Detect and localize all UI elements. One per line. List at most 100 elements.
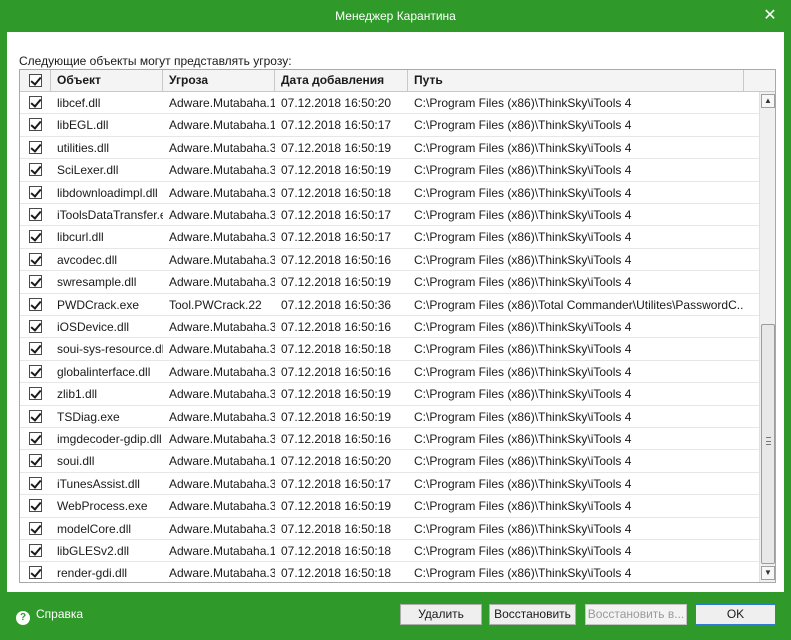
scrollbar-thumb[interactable]	[761, 324, 775, 564]
table-row[interactable]: iTunesAssist.dll Adware.Mutabaha.35 07.12.…	[20, 473, 760, 496]
row-checkbox[interactable]	[29, 544, 42, 557]
header-select-all-cell[interactable]	[20, 70, 51, 92]
cell-path: C:\Program Files (x86)\ThinkSky\iTools 4	[414, 521, 632, 536]
cell-path: C:\Program Files (x86)\ThinkSky\iTools 4	[414, 454, 632, 469]
row-checkbox[interactable]	[29, 409, 42, 423]
cell-threat: Adware.Mutabaha.35	[169, 208, 275, 222]
table-row[interactable]: libcurl.dll Adware.Mutabaha.35 07.12.2018 …	[20, 226, 760, 249]
row-checkbox[interactable]	[29, 230, 42, 244]
column-header-threat[interactable]: Угроза	[163, 70, 275, 92]
row-checkbox[interactable]	[29, 163, 42, 177]
cell-path: C:\Program Files (x86)\ThinkSky\iTools 4	[414, 476, 632, 491]
cell-date: 07.12.2018 16:50:17	[281, 118, 392, 133]
row-checkbox[interactable]	[29, 476, 42, 490]
scroll-up-arrow-icon[interactable]: ▲	[761, 94, 775, 108]
table-row[interactable]: libGLESv2.dll Adware.Mutabaha.18 07.12.201…	[20, 540, 760, 563]
row-checkbox[interactable]	[29, 140, 42, 154]
cell-date: 07.12.2018 16:50:18	[281, 521, 392, 536]
table-row[interactable]: modelCore.dll Adware.Mutabaha.35 07.12.201…	[20, 518, 760, 540]
table-row[interactable]: avcodec.dll Adware.Mutabaha.35 07.12.2018 …	[20, 249, 760, 272]
table-header: Объект Угроза Дата добавления Путь	[20, 70, 775, 92]
row-checkbox[interactable]	[29, 342, 42, 356]
row-checkbox[interactable]	[29, 566, 42, 580]
cell-threat: Adware.Mutabaha.35	[169, 342, 275, 357]
cell-object: libcef.dll	[57, 96, 101, 110]
restore-button[interactable]: Восстановить	[489, 604, 576, 625]
row-checkbox[interactable]	[29, 364, 42, 378]
cell-date: 07.12.2018 16:50:18	[281, 185, 392, 200]
table-row[interactable]: soui.dll Adware.Mutabaha.18 07.12.2018 16:…	[20, 450, 760, 473]
cell-threat: Adware.Mutabaha.35	[169, 140, 275, 155]
table-row[interactable]: render-gdi.dll Adware.Mutabaha.35 07.12.20…	[20, 562, 760, 582]
table-row[interactable]: globalinterface.dll Adware.Mutabaha.35 07.…	[20, 361, 760, 384]
row-checkbox[interactable]	[29, 432, 42, 445]
cell-threat: Adware.Mutabaha.18	[169, 544, 275, 558]
cell-object: WebProcess.exe	[57, 499, 148, 514]
cell-object: soui-sys-resource.dll	[57, 342, 163, 357]
cell-threat: Adware.Mutabaha.35	[169, 252, 275, 267]
cell-path: C:\Program Files (x86)\ThinkSky\iTools 4	[414, 342, 632, 357]
table-row[interactable]: libdownloadimpl.dll Adware.Mutabaha.35 07.…	[20, 182, 760, 204]
table-row[interactable]: WebProcess.exe Adware.Mutabaha.35 07.12.20…	[20, 495, 760, 518]
close-icon[interactable]: ✕	[759, 5, 781, 27]
column-header-object[interactable]: Объект	[51, 70, 163, 92]
row-checkbox[interactable]	[29, 297, 42, 311]
cell-threat: Adware.Mutabaha.35	[169, 499, 275, 514]
row-checkbox[interactable]	[29, 96, 42, 109]
cell-object: imgdecoder-gdip.dll	[57, 432, 162, 446]
restore-to-button[interactable]: Восстановить в...	[585, 604, 687, 625]
cell-threat: Adware.Mutabaha.35	[169, 364, 275, 379]
list-caption: Следующие объекты могут представлять угр…	[19, 54, 292, 68]
scroll-down-arrow-icon[interactable]: ▼	[761, 566, 775, 580]
row-checkbox[interactable]	[29, 521, 42, 535]
table-row[interactable]: utilities.dll Adware.Mutabaha.35 07.12.201…	[20, 137, 760, 160]
table-row[interactable]: PWDCrack.exe Tool.PWCrack.22 07.12.2018 16…	[20, 294, 760, 316]
cell-threat: Adware.Mutabaha.18	[169, 118, 275, 133]
cell-date: 07.12.2018 16:50:16	[281, 432, 392, 446]
cell-object: iOSDevice.dll	[57, 320, 130, 334]
vertical-scrollbar[interactable]: ▲ ▼	[759, 92, 775, 582]
cell-path: C:\Program Files (x86)\ThinkSky\iTools 4	[414, 364, 632, 379]
table-row[interactable]: iToolsDataTransfer.exe Adware.Mutabaha.35…	[20, 204, 760, 227]
cell-threat: Adware.Mutabaha.35	[169, 320, 275, 334]
table-row[interactable]: zlib1.dll Adware.Mutabaha.35 07.12.2018 16…	[20, 383, 760, 406]
cell-date: 07.12.2018 16:50:16	[281, 320, 392, 334]
cell-path: C:\Program Files (x86)\ThinkSky\iTools 4	[414, 163, 632, 178]
cell-path: C:\Program Files (x86)\ThinkSky\iTools 4	[414, 208, 632, 222]
cell-date: 07.12.2018 16:50:20	[281, 96, 392, 110]
row-checkbox[interactable]	[29, 275, 42, 289]
row-checkbox[interactable]	[29, 208, 42, 221]
table-row[interactable]: swresample.dll Adware.Mutabaha.35 07.12.20…	[20, 271, 760, 294]
row-checkbox[interactable]	[29, 387, 42, 401]
help-link[interactable]: ? Справка	[16, 607, 83, 625]
ok-button[interactable]: OK	[695, 604, 776, 625]
cell-path: C:\Program Files (x86)\ThinkSky\iTools 4	[414, 320, 632, 334]
cell-date: 07.12.2018 16:50:36	[281, 297, 392, 312]
row-checkbox[interactable]	[29, 320, 42, 333]
column-header-date[interactable]: Дата добавления	[275, 70, 408, 92]
table-row[interactable]: SciLexer.dll Adware.Mutabaha.35 07.12.2018…	[20, 159, 760, 182]
table-row[interactable]: libEGL.dll Adware.Mutabaha.18 07.12.2018 1…	[20, 114, 760, 137]
dialog-content: Следующие объекты могут представлять угр…	[7, 32, 784, 592]
cell-date: 07.12.2018 16:50:18	[281, 566, 392, 581]
cell-date: 07.12.2018 16:50:16	[281, 364, 392, 379]
table-row[interactable]: TSDiag.exe Adware.Mutabaha.35 07.12.2018 1…	[20, 406, 760, 428]
row-checkbox[interactable]	[29, 454, 42, 468]
cell-threat: Adware.Mutabaha.35	[169, 387, 275, 402]
table-row[interactable]: imgdecoder-gdip.dll Adware.Mutabaha.35 07.…	[20, 428, 760, 451]
column-header-path[interactable]: Путь	[408, 70, 744, 92]
table-row[interactable]: iOSDevice.dll Adware.Mutabaha.35 07.12.201…	[20, 316, 760, 339]
table-row[interactable]: libcef.dll Adware.Mutabaha.18 07.12.2018 1…	[20, 92, 760, 115]
row-checkbox[interactable]	[29, 499, 42, 513]
cell-threat: Adware.Mutabaha.35	[169, 230, 275, 245]
row-checkbox[interactable]	[29, 118, 42, 132]
row-checkbox[interactable]	[29, 185, 42, 199]
cell-date: 07.12.2018 16:50:18	[281, 342, 392, 357]
table-row[interactable]: soui-sys-resource.dll Adware.Mutabaha.35 0…	[20, 338, 760, 361]
select-all-checkbox[interactable]	[29, 74, 42, 87]
cell-date: 07.12.2018 16:50:19	[281, 140, 392, 155]
row-checkbox[interactable]	[29, 252, 42, 266]
cell-threat: Adware.Mutabaha.35	[169, 409, 275, 424]
cell-path: C:\Program Files (x86)\ThinkSky\iTools 4	[414, 499, 632, 514]
delete-button[interactable]: Удалить	[400, 604, 482, 625]
